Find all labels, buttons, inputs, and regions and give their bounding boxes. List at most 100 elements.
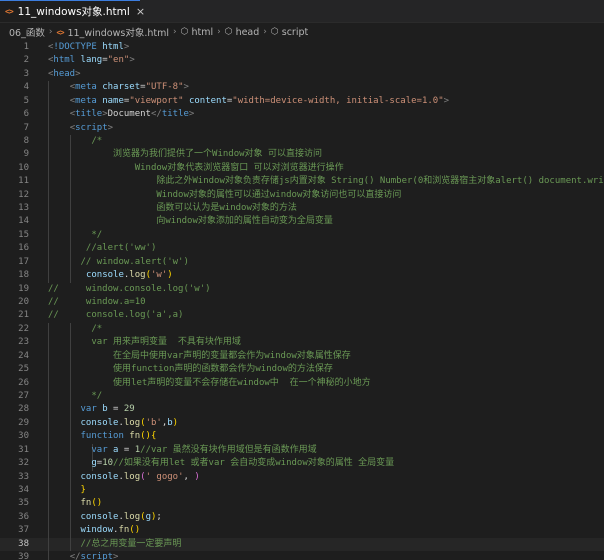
tab-11-windows-html[interactable]: <> 11_windows对象.html × <box>0 0 145 22</box>
line-code: } <box>48 484 86 497</box>
code-line[interactable]: 31 var a = 1//var 虽然没有块作用域但是有函数作用域 <box>0 443 604 458</box>
line-code: // window.alert('w') <box>48 256 189 269</box>
element-cube-icon: ⬡ <box>224 27 233 37</box>
code-line[interactable]: 30 function fn(){ <box>0 430 604 444</box>
code-line[interactable]: 22 /* <box>0 322 604 337</box>
code-token: () <box>129 525 141 536</box>
code-token: !DOCTYPE <box>53 42 97 52</box>
line-number: 36 <box>18 511 29 522</box>
code-line[interactable]: 5 <meta name="viewport" content="width=d… <box>0 94 604 109</box>
code-line[interactable]: 15 */ <box>0 228 604 243</box>
code-token: log <box>123 417 141 428</box>
code-line[interactable]: 23 var 用来声明变量 不具有块作用域 <box>0 336 604 350</box>
code-token: */ <box>48 390 103 401</box>
code-line[interactable]: 17 // window.alert('w') <box>0 255 604 270</box>
code-line[interactable]: 9 浏览器为我们提供了一个Window对象 可以直接访问 <box>0 148 604 162</box>
line-code: function fn(){ <box>48 430 157 443</box>
code-line[interactable]: 26 使用let声明的变量不会存储在window中 在一个神秘的小地方 <box>0 376 604 390</box>
code-line[interactable]: 25 使用function声明的函数都会作为window的方法保存 <box>0 363 604 377</box>
code-line[interactable]: 6 <title>Document</title> <box>0 108 604 122</box>
chevron-right-icon: › <box>263 27 267 37</box>
breadcrumb-script[interactable]: script <box>282 27 308 38</box>
code-line[interactable]: 11 除此之外Window对象负责存储js内置对象 String() Numbe… <box>0 175 604 189</box>
element-cube-icon: ⬡ <box>180 27 189 37</box>
code-line[interactable]: 12 Window对象的属性可以通过window对象访问也可以直接访问 <box>0 188 604 203</box>
code-token: // window.alert('w') <box>48 256 189 267</box>
line-code: 除此之外Window对象负责存储js内置对象 String() Number(0… <box>48 175 604 188</box>
code-line[interactable]: 38 //总之用变量一定要声明 <box>0 537 604 552</box>
html-file-icon: <> <box>56 27 64 37</box>
line-number: 28 <box>18 404 29 415</box>
code-line[interactable]: 18 console.log('w') <box>0 269 604 283</box>
code-line[interactable]: 35 fn() <box>0 497 604 511</box>
code-line[interactable]: 13 函数可以认为是window对象的方法 <box>0 202 604 216</box>
code-line[interactable]: 19 // window.console.log('w') <box>0 283 604 296</box>
line-code: <meta charset="UTF-8"> <box>48 81 189 94</box>
code-line[interactable]: 1 <!DOCTYPE html> <box>0 41 604 54</box>
code-line[interactable]: 24 在全局中使用var声明的变量都会作为window对象属性保存 <box>0 349 604 364</box>
breadcrumb-folder[interactable]: 06_函数 <box>9 25 45 39</box>
line-code: g=10//如果没有用let 或者var 会自动变成window对象的属性 全局… <box>48 457 394 470</box>
line-number: 12 <box>18 189 29 200</box>
code-token: window <box>80 525 114 536</box>
code-line[interactable]: 2 <html lang="en"> <box>0 54 604 67</box>
breadcrumb-file[interactable]: 11_windows对象.html <box>67 25 169 39</box>
code-line[interactable]: 21 // console.log('a',a) <box>0 309 604 322</box>
line-number: 6 <box>23 109 29 120</box>
code-token: ) <box>194 471 200 482</box>
chevron-right-icon: › <box>172 27 177 37</box>
close-icon[interactable]: × <box>136 5 145 18</box>
line-code: Window对象的属性可以通过window对象访问也可以直接访问 <box>48 189 401 202</box>
code-line[interactable]: 39 </script> <box>0 551 604 560</box>
line-number: 16 <box>18 243 29 254</box>
code-token: var <box>80 404 97 415</box>
code-token: html <box>102 42 124 52</box>
code-line[interactable]: 20 // window.a=10 <box>0 296 604 309</box>
line-code: // console.log('a',a) <box>48 309 183 322</box>
code-token: 使用let声明的变量不会存储在window中 在一个神秘的小地方 <box>48 377 371 388</box>
code-token: </ <box>69 552 81 560</box>
code-line[interactable]: 14 向window对象添加的属性自动变为全局变量 <box>0 215 604 229</box>
code-token: fn <box>118 525 130 536</box>
breadcrumb-head[interactable]: head <box>236 27 260 38</box>
code-line[interactable]: 10 Window对象代表浏览器窗口 可以对浏览器进行操作 <box>0 161 604 176</box>
code-editor[interactable]: 1 <!DOCTYPE html> 2 <html lang="en"> 3 <head>… <box>0 41 604 560</box>
code-token: "en" <box>107 55 130 66</box>
code-line[interactable]: 29 console.log('b',b) <box>0 416 604 431</box>
code-line[interactable]: 3 <head> <box>0 68 604 81</box>
line-number: 34 <box>18 484 29 495</box>
code-line[interactable]: 36 console.log(g); <box>0 510 604 525</box>
code-line[interactable]: 37 window.fn() <box>0 524 604 538</box>
code-line[interactable]: 7 <script> <box>0 121 604 135</box>
code-line[interactable]: 27 */ <box>0 389 604 404</box>
code-token: */ <box>48 229 103 240</box>
code-token: "viewport" <box>129 95 184 106</box>
code-token: 'w' <box>150 270 168 281</box>
element-cube-icon: ⬡ <box>270 27 279 37</box>
code-line[interactable]: 8 /* <box>0 134 604 149</box>
code-line[interactable]: 4 <meta charset="UTF-8"> <box>0 81 604 95</box>
code-token: // console.log('a',a) <box>48 310 184 321</box>
breadcrumb-html[interactable]: html <box>191 27 213 38</box>
code-line[interactable]: 32 g=10//如果没有用let 或者var 会自动变成window对象的属性… <box>0 457 604 471</box>
code-line[interactable]: 16 //alert('ww') <box>0 242 604 256</box>
line-number: 35 <box>18 498 29 509</box>
tab-bar: <> 11_windows对象.html × <box>0 0 604 23</box>
code-line[interactable]: 34 } <box>0 483 604 498</box>
line-number: 17 <box>18 256 29 267</box>
code-token: // window.console.log('w') <box>48 283 211 294</box>
line-code: <!DOCTYPE html> <box>48 41 129 54</box>
code-token: > <box>107 122 114 133</box>
code-line[interactable]: 28 var b = 29 <box>0 403 604 417</box>
code-token: meta <box>75 95 97 106</box>
line-code: var b = 29 <box>48 403 135 416</box>
code-line[interactable]: 33 console.log(' gogo', ) <box>0 470 604 484</box>
